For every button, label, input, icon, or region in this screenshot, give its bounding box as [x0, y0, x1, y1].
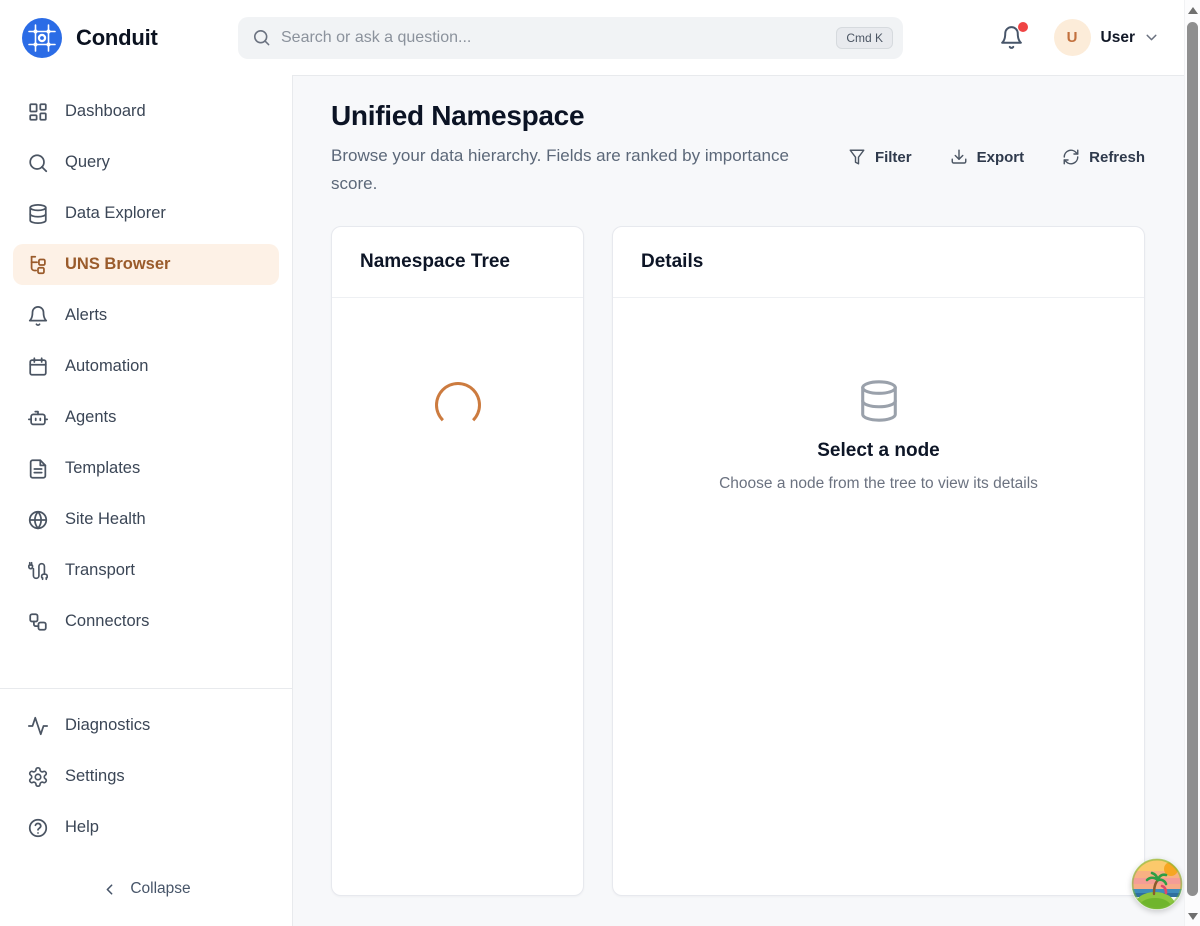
namespace-tree-title: Namespace Tree: [360, 251, 510, 272]
sidebar-item-data-explorer[interactable]: Data Explorer: [13, 193, 279, 234]
sidebar-divider: [0, 688, 292, 689]
sidebar-item-label: UNS Browser: [65, 255, 170, 274]
sidebar-item-transport[interactable]: Transport: [13, 550, 279, 591]
filter-button[interactable]: Filter: [848, 116, 912, 198]
sidebar-item-label: Settings: [65, 767, 125, 786]
sidebar-item-label: Help: [65, 818, 99, 837]
conduit-logo-icon: [20, 16, 64, 60]
collapse-sidebar-button[interactable]: Collapse: [101, 880, 190, 898]
sidebar-item-templates[interactable]: Templates: [13, 448, 279, 489]
globe-icon: [27, 509, 49, 531]
refresh-button[interactable]: Refresh: [1062, 116, 1145, 198]
export-button-label: Export: [977, 149, 1025, 166]
notification-dot: [1018, 22, 1028, 32]
sidebar-item-settings[interactable]: Settings: [13, 756, 279, 797]
sidebar-item-label: Diagnostics: [65, 716, 150, 735]
chevron-left-icon: [101, 881, 118, 898]
details-panel: Details Select a node Choose a node from…: [612, 226, 1145, 896]
sidebar-item-label: Templates: [65, 459, 140, 478]
search-shortcut-badge: Cmd K: [836, 27, 893, 49]
filter-icon: [848, 148, 866, 166]
header-actions: U User: [995, 19, 1160, 56]
filter-button-label: Filter: [875, 149, 912, 166]
sidebar-item-diagnostics[interactable]: Diagnostics: [13, 705, 279, 746]
brand-name: Conduit: [76, 25, 158, 51]
cable-icon: [27, 560, 49, 582]
sidebar: Dashboard Query Data Explorer UNS Browse…: [0, 75, 293, 926]
sidebar-item-label: Agents: [65, 408, 116, 427]
sidebar-item-query[interactable]: Query: [13, 142, 279, 183]
collapse-label: Collapse: [130, 880, 190, 898]
search-input[interactable]: [281, 29, 826, 47]
database-icon: [27, 203, 49, 225]
gear-icon: [27, 766, 49, 788]
empty-state-caption: Choose a node from the tree to view its …: [719, 475, 1038, 493]
database-icon: [856, 378, 902, 424]
refresh-icon: [1062, 148, 1080, 166]
notifications-bell-icon[interactable]: [995, 21, 1028, 54]
sidebar-item-label: Query: [65, 153, 110, 172]
tree-icon: [27, 254, 49, 276]
sidebar-item-alerts[interactable]: Alerts: [13, 295, 279, 336]
sidebar-item-site-health[interactable]: Site Health: [13, 499, 279, 540]
namespace-tree-panel: Namespace Tree: [331, 226, 584, 896]
app-window: Conduit Cmd K U User Dashboa: [0, 0, 1184, 926]
global-search[interactable]: Cmd K: [238, 17, 903, 59]
page-scrollbar[interactable]: [1184, 0, 1200, 926]
help-circle-icon: [27, 817, 49, 839]
user-avatar[interactable]: U: [1054, 19, 1091, 56]
sidebar-item-automation[interactable]: Automation: [13, 346, 279, 387]
refresh-button-label: Refresh: [1089, 149, 1145, 166]
sidebar-item-connectors[interactable]: Connectors: [13, 601, 279, 642]
details-title: Details: [641, 251, 703, 272]
scrollbar-down-arrow-icon[interactable]: [1185, 908, 1200, 924]
activity-icon: [27, 715, 49, 737]
brand[interactable]: Conduit: [20, 16, 238, 60]
page-subtitle: Browse your data hierarchy. Fields are r…: [331, 142, 836, 198]
sidebar-item-label: Data Explorer: [65, 204, 166, 223]
download-icon: [950, 148, 968, 166]
export-button[interactable]: Export: [950, 116, 1025, 198]
bell-icon: [27, 305, 49, 327]
scrollbar-up-arrow-icon[interactable]: [1185, 2, 1200, 18]
dashboard-icon: [27, 101, 49, 123]
search-icon: [252, 28, 271, 47]
island-emoji-button[interactable]: [1131, 858, 1183, 910]
sidebar-item-uns-browser[interactable]: UNS Browser: [13, 244, 279, 285]
scrollbar-thumb[interactable]: [1187, 22, 1198, 896]
empty-state-title: Select a node: [817, 440, 940, 462]
calendar-icon: [27, 356, 49, 378]
sidebar-item-label: Alerts: [65, 306, 107, 325]
main-content: Unified Namespace Browse your data hiera…: [293, 75, 1184, 926]
workflow-icon: [27, 611, 49, 633]
top-header: Conduit Cmd K U User: [0, 0, 1184, 75]
file-text-icon: [27, 458, 49, 480]
search-icon: [27, 152, 49, 174]
sidebar-item-dashboard[interactable]: Dashboard: [13, 91, 279, 132]
page-actions: Filter Export Refresh: [848, 100, 1145, 198]
loading-spinner: [435, 382, 481, 428]
sidebar-item-label: Site Health: [65, 510, 146, 529]
sidebar-item-label: Dashboard: [65, 102, 146, 121]
user-name[interactable]: User: [1101, 29, 1135, 47]
sidebar-item-help[interactable]: Help: [13, 807, 279, 848]
sidebar-item-label: Transport: [65, 561, 135, 580]
sidebar-item-label: Connectors: [65, 612, 149, 631]
chevron-down-icon[interactable]: [1143, 29, 1160, 46]
page-title: Unified Namespace: [331, 100, 836, 132]
sidebar-item-agents[interactable]: Agents: [13, 397, 279, 438]
sidebar-item-label: Automation: [65, 357, 148, 376]
bot-icon: [27, 407, 49, 429]
